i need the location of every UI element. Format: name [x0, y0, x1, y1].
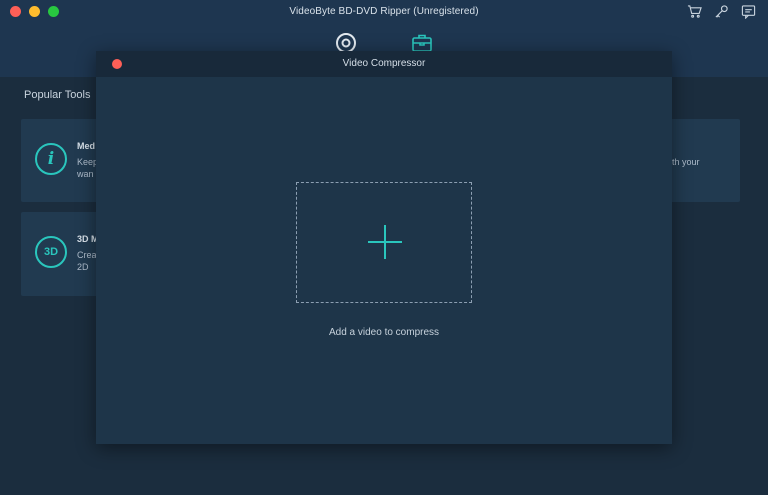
add-video-hint: Add a video to compress: [328, 327, 440, 338]
tool-card-3d-maker[interactable]: 3D 3D M Crea 2D: [21, 212, 101, 296]
app-title: VideoByte BD-DVD Ripper (Unregistered): [289, 6, 479, 17]
feedback-icon[interactable]: [741, 4, 756, 19]
card-description: Keep wan: [77, 157, 99, 179]
add-video-dropzone[interactable]: [296, 182, 472, 303]
info-icon: i: [35, 143, 67, 175]
key-icon[interactable]: [714, 4, 729, 19]
dialog-header: Video Compressor: [96, 51, 672, 77]
top-right-toolbar: [687, 4, 756, 19]
section-title: Popular Tools: [24, 89, 91, 101]
3d-icon: 3D: [35, 236, 67, 268]
card-title: Med: [77, 141, 95, 151]
dialog-title: Video Compressor: [342, 58, 426, 69]
cart-icon[interactable]: [687, 4, 702, 19]
video-compressor-dialog: Video Compressor Add a video to compress: [96, 51, 672, 444]
card-description: Crea 2D: [77, 250, 97, 272]
app-window: VideoByte BD-DVD Ripper (Unregistered) P…: [0, 0, 768, 495]
card-description-tail: th your: [672, 157, 700, 167]
